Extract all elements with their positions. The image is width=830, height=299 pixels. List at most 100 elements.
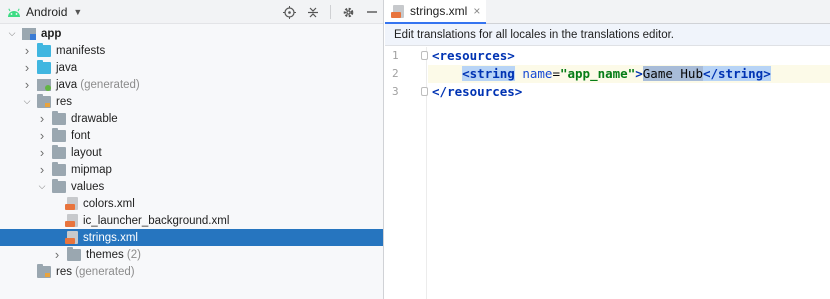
tag-bracket: > [635, 66, 643, 81]
tag-bracket: < [432, 48, 440, 63]
hide-panel-icon[interactable] [365, 5, 379, 19]
locate-file-icon[interactable] [282, 5, 296, 19]
tag-bracket: > [514, 84, 523, 99]
attribute-equals: = [552, 66, 560, 81]
project-panel: Android ▼ ⌵ app › manifests › java › java (gene… [0, 0, 384, 299]
tag-name: resources [447, 84, 515, 99]
tree-item-suffix: (generated) [77, 78, 140, 91]
tree-item-layout[interactable]: › layout [0, 144, 383, 161]
tab-label: strings.xml [410, 4, 468, 18]
folder-icon [52, 144, 66, 159]
project-tree: ⌵ app › manifests › java › java (generated) ⌵ res… [0, 25, 383, 280]
code-line-3[interactable]: </resources> [428, 83, 830, 101]
folder-icon [52, 110, 66, 125]
chevron-down-icon[interactable]: ▼ [73, 7, 82, 17]
gutter: 1 2 3 [385, 47, 448, 299]
tree-item-colors-xml[interactable]: colors.xml [0, 195, 383, 212]
project-view-header: Android ▼ [0, 0, 383, 24]
close-icon[interactable]: × [473, 4, 480, 18]
xml-file-icon [65, 197, 78, 210]
tree-item-values[interactable]: ⌵ values [0, 178, 383, 195]
tree-item-label: java [56, 61, 78, 74]
tree-item-label: app [41, 27, 62, 40]
chevron-right-icon[interactable]: › [36, 162, 48, 177]
tree-item-label: res [56, 265, 72, 278]
chevron-right-icon[interactable]: › [36, 111, 48, 126]
chevron-down-icon[interactable]: ⌵ [6, 28, 18, 39]
tree-item-themes-2[interactable]: › themes (2) [0, 246, 383, 263]
tree-item-label: java [56, 78, 78, 91]
folder-blue-icon [37, 42, 51, 57]
attribute-value: "app_name" [559, 66, 636, 81]
tree-item-suffix: (2) [123, 248, 141, 261]
xml-file-icon [65, 214, 78, 227]
code-area[interactable]: 1 2 3 <resources> <string name="app_name… [385, 47, 830, 299]
folder-blue-icon [37, 59, 51, 74]
project-view-selector[interactable]: Android [26, 5, 67, 19]
tree-item-ic-launcher-background-xml[interactable]: ic_launcher_background.xml [0, 212, 383, 229]
chevron-down-icon[interactable]: ⌵ [36, 181, 48, 192]
chevron-right-icon[interactable]: › [21, 77, 33, 92]
tree-item-res-generated[interactable]: res (generated) [0, 263, 383, 280]
tag-bracket: < [462, 66, 470, 81]
chevron-down-icon[interactable]: ⌵ [21, 96, 33, 107]
tree-item-label: layout [71, 146, 102, 159]
module-icon [22, 27, 36, 40]
string-value[interactable]: Game Hub [642, 66, 703, 81]
chevron-right-icon[interactable]: › [36, 128, 48, 143]
chevron-right-icon[interactable]: › [36, 145, 48, 160]
res-folder-icon [37, 93, 51, 108]
tab-strings-xml[interactable]: strings.xml × [385, 0, 487, 24]
tree-item-java[interactable]: › java [0, 59, 383, 76]
line-number: 3 [392, 85, 399, 98]
attribute-name: name [522, 66, 553, 81]
chevron-right-icon[interactable]: › [21, 60, 33, 75]
tag-name: string [469, 66, 515, 81]
folder-icon [52, 161, 66, 176]
xml-file-icon [65, 231, 78, 244]
tree-item-label: res [56, 95, 72, 108]
tree-item-res[interactable]: ⌵ res [0, 93, 383, 110]
res-folder-icon [37, 263, 51, 278]
editor-panel: strings.xml × Edit translations for all … [385, 0, 830, 299]
translations-editor-banner[interactable]: Edit translations for all locales in the… [385, 24, 830, 46]
generated-folder-icon [37, 78, 51, 91]
tree-item-label: drawable [71, 112, 118, 125]
tree-item-font[interactable]: › font [0, 127, 383, 144]
code-line-1[interactable]: <resources> [428, 47, 830, 65]
line-number: 1 [392, 49, 399, 62]
tree-item-label: themes [86, 248, 124, 261]
tree-item-label: mipmap [71, 163, 112, 176]
android-icon [8, 8, 20, 17]
tree-item-label: values [71, 180, 105, 193]
tree-item-java-generated[interactable]: › java (generated) [0, 76, 383, 93]
collapse-all-icon[interactable] [306, 5, 320, 19]
tree-item-manifests[interactable]: › manifests [0, 42, 383, 59]
tree-item-app[interactable]: ⌵ app [0, 25, 383, 42]
tree-item-drawable[interactable]: › drawable [0, 110, 383, 127]
code-lines[interactable]: <resources> <string name="app_name">Game… [428, 47, 830, 101]
tree-item-label: manifests [56, 44, 106, 57]
code-line-2[interactable]: <string name="app_name">Game Hub</string… [428, 65, 830, 83]
tree-item-strings-xml[interactable]: strings.xml [0, 229, 383, 246]
tree-item-mipmap[interactable]: › mipmap [0, 161, 383, 178]
chevron-right-icon[interactable]: › [21, 43, 33, 58]
line-number: 2 [392, 67, 399, 80]
banner-text[interactable]: Edit translations for all locales in the… [394, 29, 674, 41]
toolbar-divider [330, 5, 331, 19]
gear-icon[interactable] [341, 5, 355, 19]
tree-item-label: strings.xml [83, 231, 138, 244]
closing-tag: </string> [702, 66, 771, 81]
fold-marker-icon[interactable] [421, 87, 428, 96]
folder-icon [67, 246, 81, 261]
tree-item-suffix: (generated) [71, 265, 135, 278]
editor-tab-bar: strings.xml × [385, 0, 830, 24]
fold-marker-icon[interactable] [421, 51, 428, 60]
chevron-right-icon[interactable]: › [51, 247, 63, 262]
tag-bracket: </ [432, 84, 448, 99]
tag-name: resources [439, 48, 508, 63]
tree-item-label: font [71, 129, 91, 142]
tag-bracket: > [507, 48, 515, 63]
tree-item-label: colors.xml [83, 197, 135, 210]
